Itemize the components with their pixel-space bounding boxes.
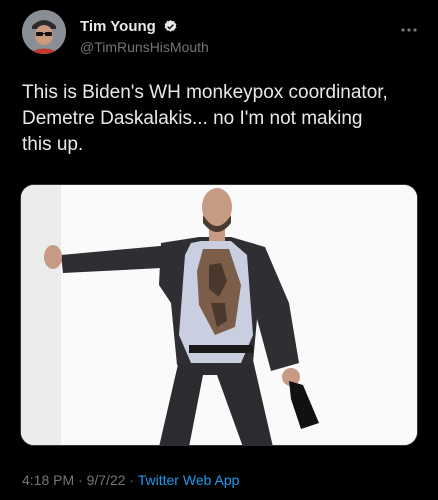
meta-separator: · [78,472,83,488]
verified-badge-icon [163,19,178,34]
source-app-link[interactable]: Twitter Web App [138,472,240,488]
author-names: Tim Young @TimRunsHisMouth [80,18,209,55]
more-dots-icon[interactable] [400,20,418,32]
avatar[interactable] [22,10,66,54]
tweet-text: This is Biden's WH monkeypox coordinator… [22,82,388,155]
display-name[interactable]: Tim Young [80,18,156,35]
handle[interactable]: @TimRunsHisMouth [80,39,209,55]
tweet-header: Tim Young @TimRunsHisMouth [22,10,422,56]
tweet-photo[interactable] [20,184,418,446]
tweet-time[interactable]: 4:18 PM [22,472,74,488]
meta-separator: · [129,472,135,488]
tweet-date[interactable]: 9/7/22 [87,472,126,488]
tweet-meta: 4:18 PM · 9/7/22 · Twitter Web App [22,472,239,488]
